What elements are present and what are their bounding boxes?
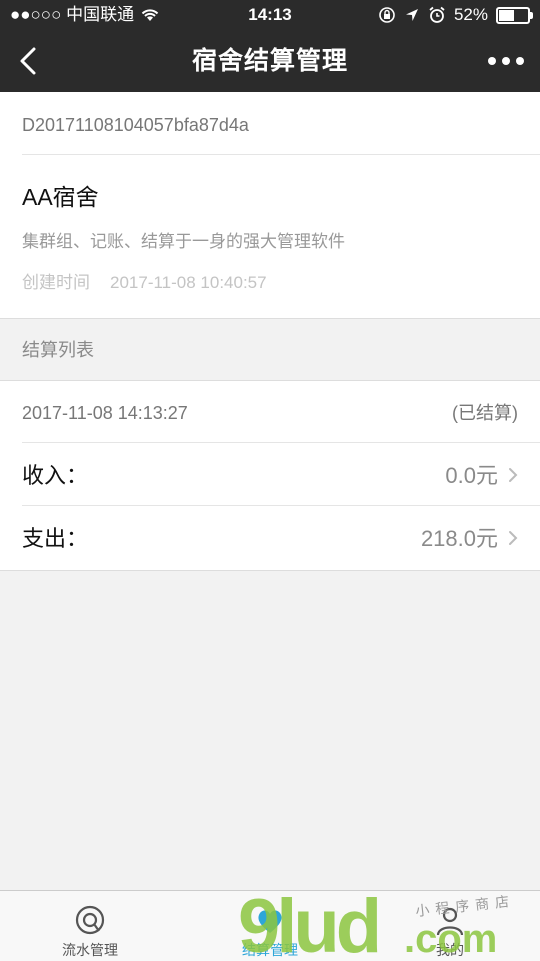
income-row[interactable]: 收入： 0.0元: [22, 444, 540, 506]
expense-amount: 218.0元: [420, 526, 498, 551]
group-description: 集群组、记账、结算于一身的强大管理软件: [22, 232, 345, 251]
navigation-bar: 宿舍结算管理: [0, 30, 540, 92]
divider: [22, 505, 540, 506]
created-value: 2017-11-08 10:40:57: [110, 273, 267, 292]
income-label: 收入：: [22, 463, 89, 488]
chevron-right-icon: [509, 468, 518, 482]
orientation-lock-icon: [379, 7, 395, 23]
settlement-date: 2017-11-08 14:13:27: [22, 403, 188, 423]
settlement-list: 2017-11-08 14:13:27 (已结算) 收入： 0.0元 支出： 2…: [0, 380, 540, 571]
group-name: AA宿舍: [22, 184, 99, 210]
chat-circle-icon: [75, 905, 105, 935]
settlement-date-row: 2017-11-08 14:13:27 (已结算): [22, 381, 540, 443]
tab-label: 流水管理: [62, 942, 118, 958]
chevron-right-icon: [509, 531, 518, 545]
more-dots-icon[interactable]: [484, 46, 528, 76]
location-icon: [405, 9, 418, 21]
battery-icon: [496, 6, 533, 24]
page-title: 宿舍结算管理: [191, 47, 348, 75]
tab-mine[interactable]: 我的: [360, 891, 540, 961]
tab-label: 结算管理: [242, 942, 298, 958]
tab-settlement-management[interactable]: 结算管理: [180, 891, 360, 961]
alarm-icon: [429, 6, 445, 23]
group-card: D20171108104057bfa87d4a AA宿舍 集群组、记账、结算于一…: [0, 92, 540, 319]
created-time: 创建时间 2017-11-08 10:40:57: [22, 268, 267, 293]
settle-icon: [258, 910, 282, 933]
divider: [22, 154, 540, 155]
expense-label: 支出：: [22, 526, 89, 551]
expense-row[interactable]: 支出： 218.0元: [22, 507, 540, 569]
status-bar: ●●○○○ 中国联通 14:13 52%: [0, 0, 540, 30]
app-header: ●●○○○ 中国联通 14:13 52% 宿舍结算管理: [0, 0, 540, 92]
tab-bar: 流水管理 结算管理 我的: [0, 890, 540, 961]
tab-label: 我的: [436, 942, 464, 958]
user-icon: [436, 907, 464, 936]
settlement-status: (已结算): [452, 403, 518, 423]
created-label: 创建时间: [22, 273, 90, 292]
tab-flow-management[interactable]: 流水管理: [0, 891, 180, 961]
settlement-list-header: 结算列表: [22, 340, 94, 360]
group-id: D20171108104057bfa87d4a: [22, 115, 249, 135]
income-amount: 0.0元: [445, 463, 498, 488]
battery-percent: 52%: [453, 5, 488, 24]
divider: [22, 442, 540, 443]
